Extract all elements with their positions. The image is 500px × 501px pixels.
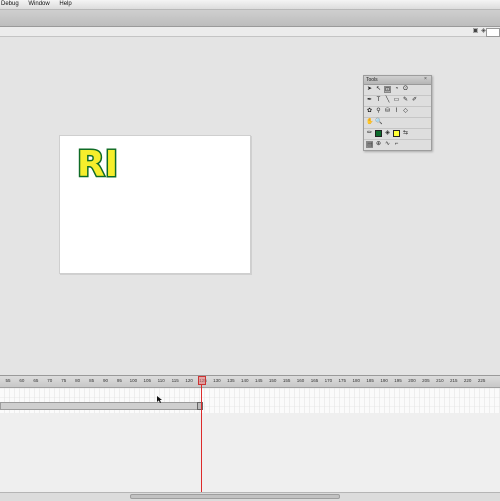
ruler-label: 110 (157, 378, 165, 383)
swap-colors-icon[interactable]: ⇆ (402, 130, 409, 137)
ruler-label: 90 (102, 378, 109, 383)
stage-artwork[interactable]: RI (76, 142, 140, 183)
playhead-handle[interactable] (198, 376, 206, 385)
tools-panel-title: Tools (364, 76, 431, 85)
free-transform-tool-icon[interactable]: ⊡ (384, 86, 391, 93)
text-tool-icon[interactable]: T (375, 97, 382, 104)
rectangle-tool-icon[interactable]: ▭ (393, 97, 400, 104)
playhead-line (201, 385, 202, 493)
ruler-label: 55 (5, 378, 11, 383)
eyedropper-tool-icon[interactable]: ⌇ (393, 108, 400, 115)
fill-color-icon: ◈ (385, 130, 390, 136)
zoom-select[interactable] (486, 28, 500, 37)
menu-bar: Debug Window Help (0, 0, 500, 10)
zoom-tool-icon[interactable]: 🔍 (375, 119, 382, 126)
ruler-label: 135 (227, 378, 235, 383)
bone-tool-icon[interactable]: ⚲ (375, 108, 382, 115)
stage-canvas[interactable]: RI (59, 135, 251, 274)
ruler-label: 75 (61, 378, 67, 383)
stroke-color-swatch[interactable] (375, 130, 382, 137)
ruler-label: 130 (213, 378, 221, 383)
edit-scene-icon[interactable]: ▣ (472, 28, 479, 35)
straighten-icon[interactable]: ⌐ (393, 141, 400, 148)
ruler-label: 160 (296, 378, 305, 383)
menu-window[interactable]: Window (24, 0, 53, 9)
ruler-label: 165 (310, 378, 319, 383)
fill-color-swatch[interactable] (393, 130, 400, 137)
title-bar (0, 10, 500, 27)
timeline-empty-area (0, 413, 500, 500)
ruler-label: 150 (268, 378, 277, 383)
ruler-label: 65 (33, 378, 39, 383)
menu-debug[interactable]: Debug (0, 0, 23, 9)
close-icon[interactable]: × (424, 77, 429, 82)
ruler-label: 140 (241, 378, 249, 383)
3d-rotation-tool-icon[interactable]: ◔ (393, 86, 400, 93)
frame-ruler[interactable]: 5560657075808590951001051101151201251301… (0, 376, 500, 388)
paint-bucket-tool-icon[interactable]: ⛁ (384, 108, 391, 115)
object-drawing-icon[interactable]: ▤ (366, 141, 373, 148)
ruler-label: 205 (422, 378, 430, 383)
ruler-label: 100 (129, 378, 138, 383)
ruler-label: 145 (254, 378, 263, 383)
tools-panel: Tools × ➤ ↖ ⊡ ◔ ʘ ✒ T ╲ ▭ ✎ ✐ ✿ ⚲ ⛁ ⌇ ◇ … (363, 75, 432, 151)
ruler-label: 200 (408, 378, 416, 383)
eraser-tool-icon[interactable]: ◇ (402, 108, 409, 115)
mouse-cursor-icon (157, 396, 162, 403)
hand-tool-icon[interactable]: ✋ (366, 119, 373, 126)
snap-icon[interactable]: ⊕ (375, 141, 382, 148)
stroke-color-icon: ✏ (366, 130, 373, 136)
ruler-label: 225 (477, 378, 486, 383)
ruler-label: 190 (380, 378, 388, 383)
scrollbar-thumb[interactable] (130, 494, 340, 499)
ruler-label: 120 (185, 378, 193, 383)
brush-tool-icon[interactable]: ✐ (411, 97, 418, 104)
ruler-label: 85 (89, 378, 95, 383)
selection-tool-icon[interactable]: ➤ (366, 86, 373, 93)
menu-help[interactable]: Help (55, 0, 75, 9)
smooth-icon[interactable]: ∿ (384, 141, 391, 148)
ruler-label: 195 (394, 378, 402, 383)
ruler-label: 80 (75, 378, 81, 383)
ruler-label: 185 (366, 378, 374, 383)
layer-frames-bar[interactable] (0, 402, 200, 410)
lasso-tool-icon[interactable]: ʘ (402, 86, 409, 93)
line-tool-icon[interactable]: ╲ (384, 97, 391, 104)
keyframe-marker[interactable] (197, 402, 203, 410)
ruler-label: 70 (47, 378, 53, 383)
ruler-label: 215 (449, 378, 458, 383)
ruler-label: 155 (282, 378, 291, 383)
ruler-label: 105 (143, 378, 152, 383)
ruler-label: 210 (436, 378, 444, 383)
ruler-label: 175 (338, 378, 347, 383)
pen-tool-icon[interactable]: ✒ (366, 97, 373, 104)
subselection-tool-icon[interactable]: ↖ (375, 86, 382, 93)
ruler-label: 95 (116, 378, 122, 383)
deco-tool-icon[interactable]: ✿ (366, 108, 373, 115)
ruler-label: 180 (352, 378, 361, 383)
ruler-label: 220 (463, 378, 472, 383)
ruler-label: 170 (324, 378, 333, 383)
pencil-tool-icon[interactable]: ✎ (402, 97, 409, 104)
artwork-text: RI (77, 144, 118, 182)
edit-bar: ▣ ◈ (0, 27, 500, 37)
ruler-label: 60 (19, 378, 25, 383)
ruler-label: 115 (171, 378, 179, 383)
